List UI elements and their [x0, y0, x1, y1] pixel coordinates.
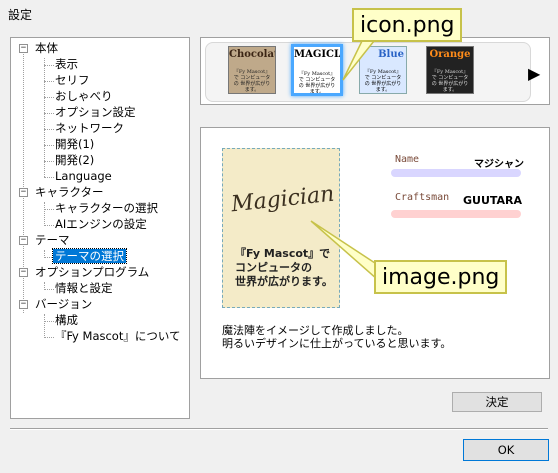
apply-button[interactable]: 決定 — [452, 392, 542, 412]
icon-callout-pointer — [342, 40, 376, 81]
separator — [10, 428, 548, 430]
image-callout-pointer — [310, 220, 379, 282]
image-callout: image.png — [374, 260, 508, 294]
ok-button[interactable]: OK — [463, 439, 549, 461]
icon-callout: icon.png — [352, 8, 463, 42]
